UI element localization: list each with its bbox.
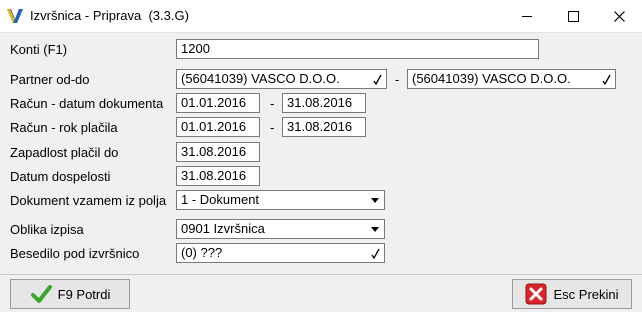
besedilo-label: Besedilo pod izvršnico [10, 246, 140, 261]
dospelost-input[interactable]: 31.08.2016 [176, 166, 260, 186]
racun-datum-label: Račun - datum dokumenta [10, 96, 164, 111]
zapadlost-label: Zapadlost plačil do [10, 145, 119, 160]
dokument-dropdown-button[interactable] [367, 192, 383, 208]
dokument-value: 1 - Dokument [181, 192, 260, 207]
konti-label: Konti (F1) [10, 42, 68, 57]
maximize-icon [567, 10, 579, 22]
vasco-logo-icon [6, 8, 24, 24]
green-checkmark-icon [30, 285, 52, 303]
konti-value: 1200 [181, 41, 210, 56]
button-separator [0, 274, 642, 275]
racun-rok-from-value: 01.01.2016 [181, 119, 247, 134]
partner-label: Partner od-do [10, 72, 90, 87]
racun-rok-label: Račun - rok plačila [10, 120, 118, 135]
dospelost-label: Datum dospelosti [10, 169, 111, 184]
checkmark-icon [373, 74, 382, 85]
oblika-select[interactable]: 0901 Izvršnica [176, 219, 385, 239]
partner-to-input[interactable]: (56041039) VASCO D.O.O. [407, 69, 616, 89]
oblika-dropdown-button[interactable] [367, 221, 383, 237]
close-button[interactable] [596, 0, 642, 32]
red-x-icon [525, 283, 547, 305]
besedilo-value: (0) ??? [181, 245, 223, 260]
confirm-button[interactable]: F9 Potrdi [10, 279, 130, 309]
racun-rok-dash: - [270, 120, 275, 135]
partner-to-lookup-button[interactable] [599, 71, 614, 87]
close-icon [613, 10, 625, 22]
oblika-value: 0901 Izvršnica [181, 221, 265, 236]
besedilo-input[interactable]: (0) ??? [176, 243, 385, 263]
besedilo-lookup-button[interactable] [368, 245, 383, 261]
dokument-label: Dokument vzamem iz polja [10, 193, 167, 208]
confirm-button-label: F9 Potrdi [57, 286, 111, 302]
racun-datum-to-input[interactable]: 31.08.2016 [282, 93, 366, 113]
zapadlost-value: 31.08.2016 [181, 144, 247, 159]
title-bar: Izvršnica - Priprava (3.3.G) [0, 0, 642, 33]
konti-input[interactable]: 1200 [176, 39, 539, 59]
racun-rok-to-input[interactable]: 31.08.2016 [282, 117, 366, 137]
partner-to-value: (56041039) VASCO D.O.O. [412, 71, 571, 86]
racun-rok-to-value: 31.08.2016 [287, 119, 353, 134]
racun-datum-from-value: 01.01.2016 [181, 95, 247, 110]
checkmark-icon [371, 248, 380, 259]
chevron-down-icon [371, 226, 379, 232]
racun-rok-from-input[interactable]: 01.01.2016 [176, 117, 260, 137]
maximize-button[interactable] [550, 0, 596, 32]
racun-datum-dash: - [270, 96, 275, 111]
zapadlost-input[interactable]: 31.08.2016 [176, 142, 260, 162]
dokument-select[interactable]: 1 - Dokument [176, 190, 385, 210]
cancel-button-label: Esc Prekini [553, 286, 619, 302]
oblika-label: Oblika izpisa [10, 222, 84, 237]
partner-from-value: (56041039) VASCO D.O.O. [181, 71, 340, 86]
chevron-down-icon [371, 197, 379, 203]
racun-datum-from-input[interactable]: 01.01.2016 [176, 93, 260, 113]
minimize-icon [522, 15, 532, 17]
cancel-button[interactable]: Esc Prekini [512, 279, 632, 309]
checkmark-icon [602, 74, 611, 85]
dospelost-value: 31.08.2016 [181, 168, 247, 183]
window-title: Izvršnica - Priprava (3.3.G) [30, 8, 189, 23]
partner-from-lookup-button[interactable] [370, 71, 385, 87]
partner-from-input[interactable]: (56041039) VASCO D.O.O. [176, 69, 387, 89]
racun-datum-to-value: 31.08.2016 [287, 95, 353, 110]
partner-dash: - [395, 72, 400, 87]
minimize-button[interactable] [504, 0, 550, 32]
